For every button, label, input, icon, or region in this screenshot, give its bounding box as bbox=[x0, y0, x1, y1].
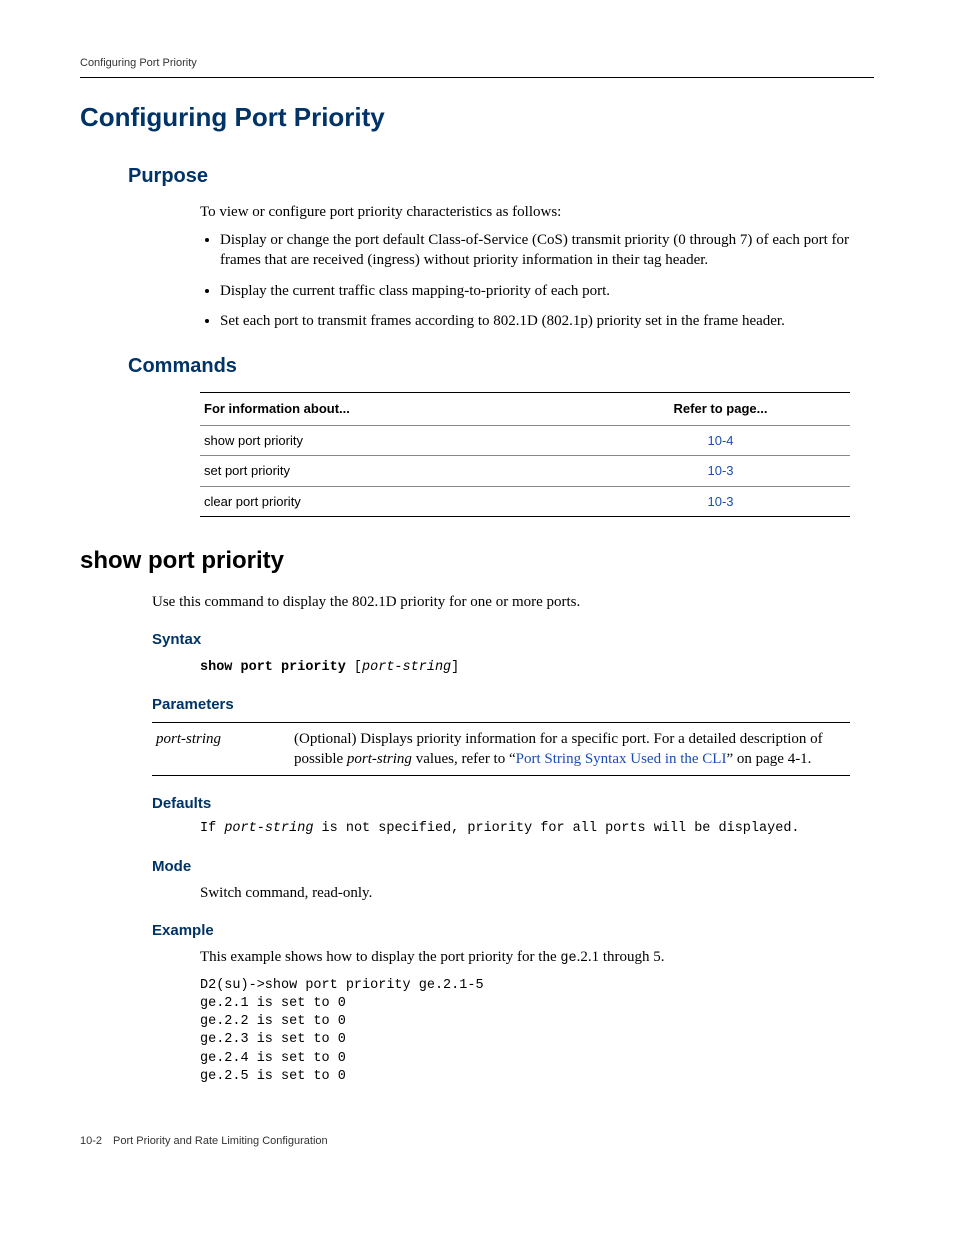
param-name: port-string bbox=[152, 722, 290, 776]
defaults-text: If port-string is not specified, priorit… bbox=[200, 820, 874, 838]
param-desc: (Optional) Displays priority information… bbox=[290, 722, 850, 776]
running-header: Configuring Port Priority bbox=[80, 56, 874, 78]
mode-text: Switch command, read-only. bbox=[200, 883, 874, 903]
defaults-arg: port-string bbox=[224, 821, 313, 836]
syntax-open: [ bbox=[346, 660, 362, 675]
cmd-about: clear port priority bbox=[200, 486, 591, 517]
mode-heading: Mode bbox=[152, 857, 874, 877]
table-row: show port priority 10-4 bbox=[200, 425, 850, 456]
syntax-close: ] bbox=[451, 660, 459, 675]
list-item: Set each port to transmit frames accordi… bbox=[220, 311, 850, 331]
show-port-priority-heading: show port priority bbox=[80, 545, 874, 577]
port-string-syntax-link[interactable]: Port String Syntax Used in the CLI bbox=[516, 751, 727, 767]
param-desc-mid: values, refer to “ bbox=[412, 751, 516, 767]
purpose-intro: To view or configure port priority chara… bbox=[200, 202, 850, 222]
table-row: clear port priority 10-3 bbox=[200, 486, 850, 517]
example-intro-code: ge bbox=[560, 951, 576, 966]
cmd-page-link[interactable]: 10-3 bbox=[591, 486, 850, 517]
param-desc-italic: port-string bbox=[347, 751, 412, 767]
parameters-table: port-string (Optional) Displays priority… bbox=[152, 722, 850, 777]
syntax-arg: port-string bbox=[362, 660, 451, 675]
table-row: port-string (Optional) Displays priority… bbox=[152, 722, 850, 776]
cmd-page-link[interactable]: 10-3 bbox=[591, 456, 850, 487]
example-intro-pre: This example shows how to display the po… bbox=[200, 949, 560, 965]
table-header-about: For information about... bbox=[200, 393, 591, 426]
syntax-cmd: show port priority bbox=[200, 660, 346, 675]
defaults-post: is not specified, priority for all ports… bbox=[313, 821, 799, 836]
commands-heading: Commands bbox=[128, 353, 874, 380]
parameters-heading: Parameters bbox=[152, 695, 874, 715]
purpose-heading: Purpose bbox=[128, 163, 874, 190]
cmd-about: show port priority bbox=[200, 425, 591, 456]
param-desc-post: ” on page 4-1. bbox=[726, 751, 811, 767]
list-item: Display the current traffic class mappin… bbox=[220, 281, 850, 301]
page-title: Configuring Port Priority bbox=[80, 100, 874, 135]
example-intro-post: .2.1 through 5. bbox=[577, 949, 665, 965]
cmd-about: set port priority bbox=[200, 456, 591, 487]
example-output: D2(su)->show port priority ge.2.1-5 ge.2… bbox=[200, 977, 874, 1086]
table-header-page: Refer to page... bbox=[591, 393, 850, 426]
syntax-heading: Syntax bbox=[152, 630, 874, 650]
syntax-line: show port priority [port-string] bbox=[200, 660, 459, 675]
example-intro: This example shows how to display the po… bbox=[200, 947, 874, 968]
list-item: Display or change the port default Class… bbox=[220, 230, 850, 271]
show-port-priority-desc: Use this command to display the 802.1D p… bbox=[152, 592, 850, 612]
table-row: set port priority 10-3 bbox=[200, 456, 850, 487]
cmd-page-link[interactable]: 10-4 bbox=[591, 425, 850, 456]
defaults-heading: Defaults bbox=[152, 794, 874, 814]
page-footer: 10-2 Port Priority and Rate Limiting Con… bbox=[80, 1134, 874, 1149]
purpose-list: Display or change the port default Class… bbox=[200, 230, 850, 331]
example-heading: Example bbox=[152, 921, 874, 941]
commands-table: For information about... Refer to page..… bbox=[200, 392, 850, 517]
defaults-pre: If bbox=[200, 821, 224, 836]
